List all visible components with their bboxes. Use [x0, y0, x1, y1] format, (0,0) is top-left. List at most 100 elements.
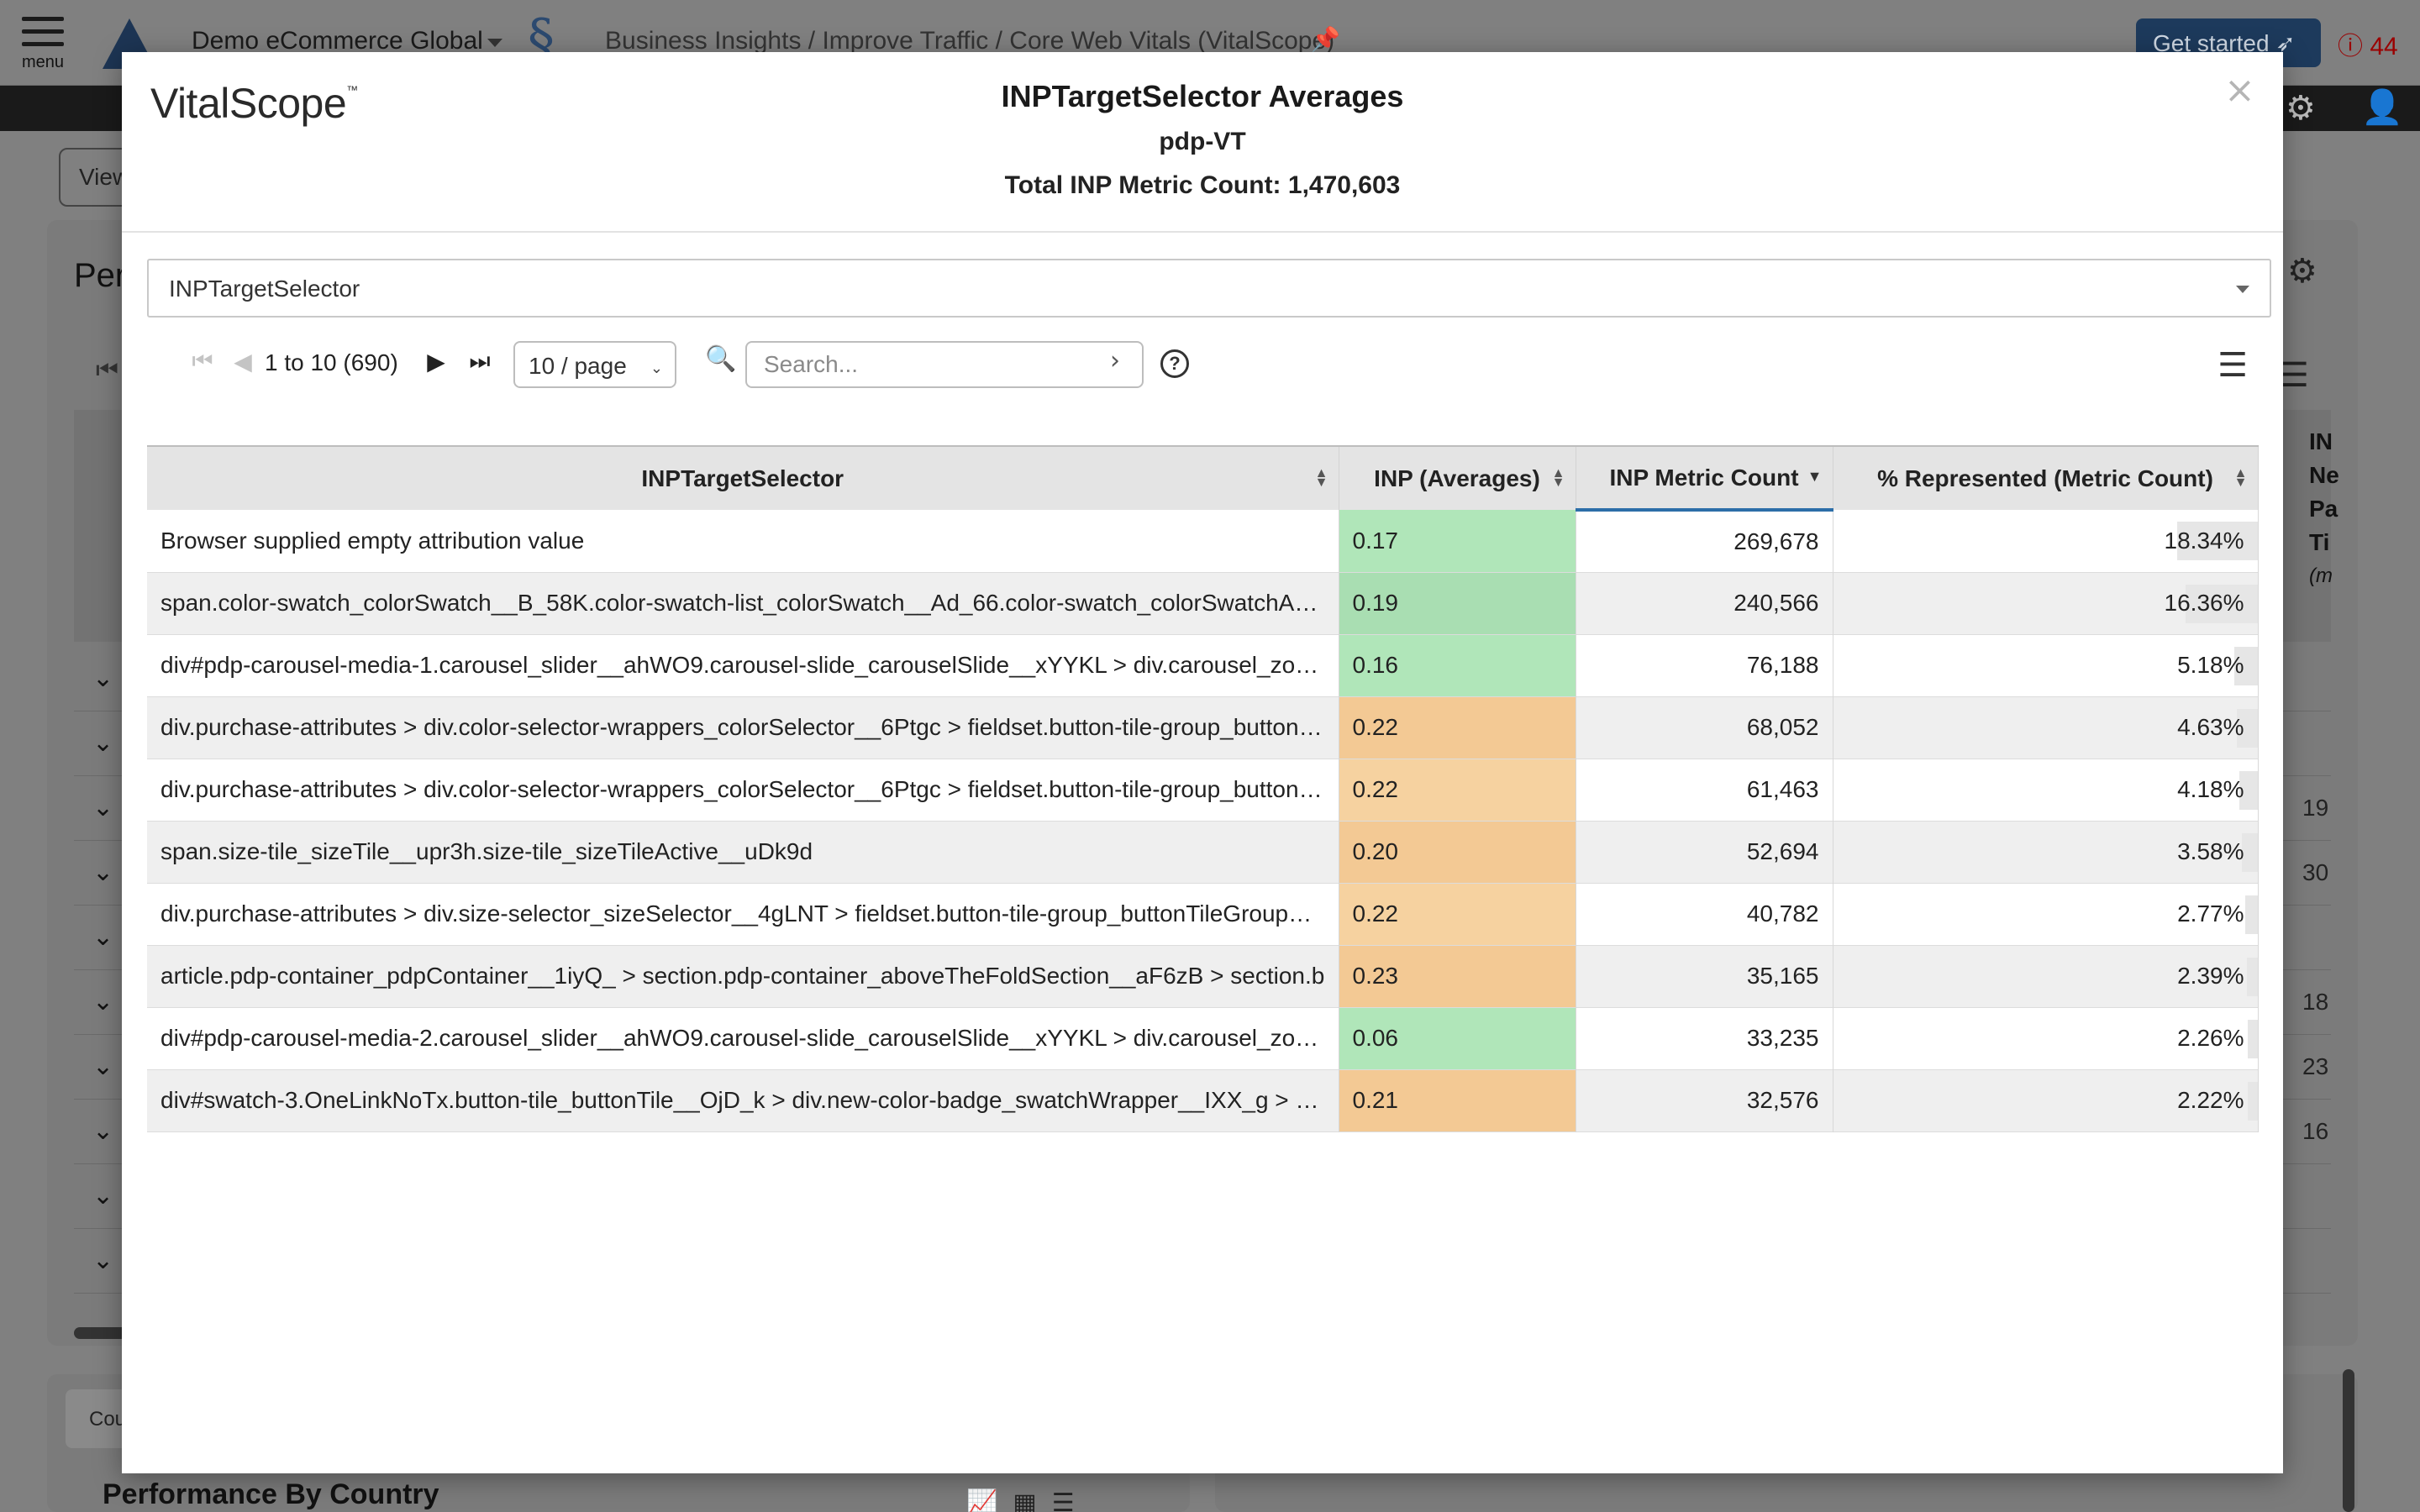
inp-target-table: INPTargetSelector ▲ ▼ INP (Averages) ▲ ▼ INP… — [147, 445, 2259, 1132]
table-row[interactable]: span.color-swatch_colorSwatch__B_58K.col… — [147, 572, 2259, 634]
percent-text: 3.58% — [2177, 838, 2244, 864]
sort-icon[interactable]: ▲ ▼ — [2234, 467, 2248, 490]
background-column-header: IN Ne Pa Ti (m — [2309, 425, 2339, 593]
chevron-down-icon[interactable]: ⌄ — [92, 728, 113, 758]
cell-metric-count: 269,678 — [1576, 510, 1833, 572]
table-row[interactable]: article.pdp-container_pdpContainer__1iyQ… — [147, 945, 2259, 1007]
col-header-line: IN — [2309, 428, 2333, 454]
table-body: Browser supplied empty attribution value… — [147, 510, 2259, 1131]
chart-icon[interactable]: 📈 — [966, 1489, 1013, 1512]
cell-selector: div.purchase-attributes > div.color-sele… — [147, 696, 1339, 759]
percent-bar — [2247, 957, 2257, 996]
cell-selector: span.color-swatch_colorSwatch__B_58K.col… — [147, 572, 1339, 634]
sort-icon[interactable]: ▲ ▼ — [1552, 467, 1565, 490]
chevron-down-icon[interactable]: ⌄ — [92, 922, 113, 952]
last-page-icon[interactable]: ⏭ — [460, 339, 500, 383]
sort-desc-icon[interactable]: ▼ — [1807, 469, 1823, 484]
table-row[interactable]: div.purchase-attributes > div.color-sele… — [147, 696, 2259, 759]
table-row[interactable]: Browser supplied empty attribution value… — [147, 510, 2259, 572]
column-header-selector[interactable]: INPTargetSelector ▲ ▼ — [147, 445, 1339, 510]
table-row[interactable]: div.purchase-attributes > div.color-sele… — [147, 759, 2259, 821]
chevron-down-icon[interactable]: ⌄ — [92, 664, 113, 693]
page-size-select[interactable]: 10 / page ⌄ — [513, 341, 676, 388]
cell-percent-represented: 2.26% — [1833, 1007, 2259, 1069]
cell-metric-count: 40,782 — [1576, 883, 1833, 945]
menu-icon[interactable]: ☰ — [1052, 1489, 1090, 1512]
alert-badge[interactable]: ⓘ 44 — [2338, 25, 2398, 62]
table-menu-icon[interactable]: ☰ — [2217, 346, 2248, 385]
column-label: % Represented (Metric Count) — [1877, 465, 2213, 491]
chevron-right-icon[interactable]: › — [1110, 346, 1120, 375]
modal-subtitle: pdp-VT — [1159, 128, 1246, 155]
search-icon: 🔍 — [705, 345, 737, 373]
first-page-icon[interactable]: ⏮ — [182, 339, 223, 383]
sort-icon[interactable]: ▲ ▼ — [1315, 467, 1328, 490]
cell-metric-count: 33,235 — [1576, 1007, 1833, 1069]
cell-inp-average: 0.21 — [1339, 1069, 1576, 1131]
hamburger-icon-bar — [22, 42, 64, 46]
percent-text: 2.39% — [2177, 963, 2244, 989]
chevron-down-icon[interactable]: ⌄ — [92, 987, 113, 1016]
cell-percent-represented: 4.63% — [1833, 696, 2259, 759]
cell-selector: div#pdp-carousel-media-1.carousel_slider… — [147, 634, 1339, 696]
gear-icon[interactable]: ⚙ — [2286, 89, 2316, 128]
cell-metric-count: 68,052 — [1576, 696, 1833, 759]
table-row[interactable]: div#swatch-3.OneLinkNoTx.button-tile_but… — [147, 1069, 2259, 1131]
org-selector[interactable]: Demo eCommerce Global — [192, 27, 483, 55]
cell-inp-average: 0.16 — [1339, 634, 1576, 696]
row-value: 16 — [2302, 1118, 2329, 1144]
chevron-down-icon[interactable] — [2236, 286, 2249, 293]
pagination-bar: ⏮ ◀ 1 to 10 (690) ▶ ⏭ 10 / page ⌄ 🔍 › ? … — [147, 329, 2271, 396]
cell-percent-represented: 4.18% — [1833, 759, 2259, 821]
cell-percent-represented: 3.58% — [1833, 821, 2259, 883]
modal-title: INPTargetSelector Averages — [1001, 79, 1404, 113]
col-header-line: Ne — [2309, 462, 2339, 488]
card-gear-icon[interactable]: ⚙ — [2287, 252, 2317, 291]
help-icon[interactable]: ? — [1160, 349, 1189, 378]
percent-text: 2.26% — [2177, 1025, 2244, 1051]
first-page-icon[interactable]: ⏮ — [96, 356, 118, 385]
vertical-scrollbar[interactable] — [2343, 1369, 2354, 1512]
modal-header: VitalScope™ INPTargetSelector Averages p… — [122, 52, 2283, 233]
previous-page-icon[interactable]: ◀ — [223, 339, 263, 383]
next-page-icon[interactable]: ▶ — [416, 339, 456, 383]
table-row[interactable]: div#pdp-carousel-media-2.carousel_slider… — [147, 1007, 2259, 1069]
cell-percent-represented: 18.34% — [1833, 510, 2259, 572]
percent-text: 4.18% — [2177, 776, 2244, 802]
chevron-down-icon[interactable]: ⌄ — [92, 1116, 113, 1146]
card-menu-icon[interactable]: ☰ — [2279, 356, 2309, 395]
chevron-down-icon[interactable]: ⌄ — [92, 1052, 113, 1081]
cell-metric-count: 35,165 — [1576, 945, 1833, 1007]
cell-metric-count: 61,463 — [1576, 759, 1833, 821]
breadcrumb[interactable]: Business Insights / Improve Traffic / Co… — [605, 27, 1334, 55]
column-header-inp[interactable]: INP (Averages) ▲ ▼ — [1339, 445, 1576, 510]
cell-selector: Browser supplied empty attribution value — [147, 510, 1339, 572]
close-icon[interactable]: × — [2224, 69, 2255, 112]
chevron-down-icon[interactable]: ⌄ — [92, 1181, 113, 1210]
table-icon[interactable]: ▦ — [1013, 1489, 1051, 1512]
menu-button[interactable]: menu — [22, 17, 64, 72]
percent-text: 2.22% — [2177, 1087, 2244, 1113]
cell-percent-represented: 2.22% — [1833, 1069, 2259, 1131]
column-header-count[interactable]: INP Metric Count ▼ — [1576, 445, 1833, 512]
column-header-percent[interactable]: % Represented (Metric Count) ▲ ▼ — [1833, 445, 2259, 510]
user-icon[interactable]: 👤 — [2361, 87, 2403, 127]
cell-metric-count: 76,188 — [1576, 634, 1833, 696]
row-value: 19 — [2302, 795, 2329, 821]
table-row[interactable]: span.size-tile_sizeTile__upr3h.size-tile… — [147, 821, 2259, 883]
table-row[interactable]: div.purchase-attributes > div.size-selec… — [147, 883, 2259, 945]
chevron-down-icon[interactable] — [487, 39, 502, 47]
percent-text: 2.77% — [2177, 900, 2244, 927]
percent-text: 18.34% — [2164, 527, 2244, 554]
search-input[interactable] — [745, 341, 1144, 388]
cell-selector: div.purchase-attributes > div.color-sele… — [147, 759, 1339, 821]
page-range: 1 to 10 (690) — [265, 349, 398, 375]
chevron-down-icon: ⌄ — [650, 360, 663, 376]
chevron-down-icon[interactable]: ⌄ — [92, 858, 113, 887]
pin-icon[interactable]: 📌 — [1311, 25, 1340, 53]
cell-selector: article.pdp-container_pdpContainer__1iyQ… — [147, 945, 1339, 1007]
chevron-down-icon[interactable]: ⌄ — [92, 793, 113, 822]
dimension-select[interactable]: INPTargetSelector — [147, 259, 2271, 318]
chevron-down-icon[interactable]: ⌄ — [92, 1246, 113, 1275]
table-row[interactable]: div#pdp-carousel-media-1.carousel_slider… — [147, 634, 2259, 696]
